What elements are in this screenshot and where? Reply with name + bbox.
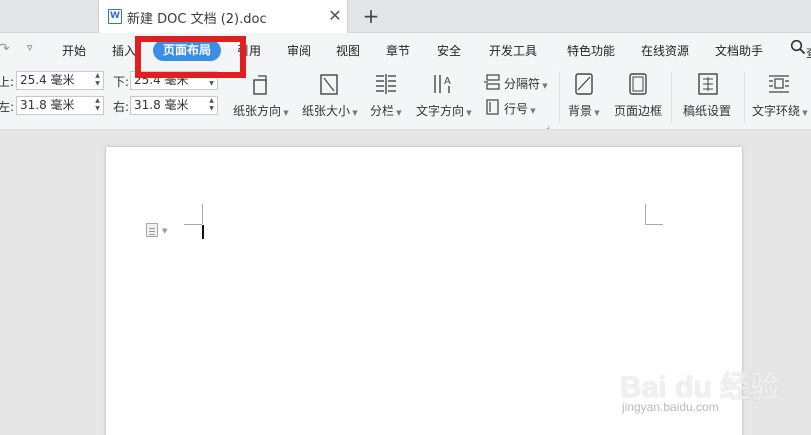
columns-label: 分栏	[370, 104, 395, 118]
ribbon-divider	[744, 71, 745, 123]
margin-right-input[interactable]: 31.8 毫米 ▲ ▼	[130, 96, 218, 115]
manuscript-settings-label: 稿纸设置	[683, 104, 732, 118]
paper-size-label: 纸张大小	[302, 104, 351, 118]
line-numbers-icon	[486, 99, 499, 115]
menu-item-review[interactable]: 审阅	[287, 42, 311, 59]
margin-top-input[interactable]: 25.4 毫米 ▲ ▼	[16, 71, 104, 90]
page-break-icon	[484, 74, 500, 90]
redo-icon[interactable]: ↷	[0, 41, 10, 57]
menu-item-security[interactable]: 安全	[437, 42, 461, 59]
chevron-down-icon: ▼	[394, 109, 402, 117]
menu-item-doc-assistant[interactable]: 文档助手	[715, 42, 763, 59]
margin-top-label: 上:	[0, 75, 15, 89]
title-tab-bar: W 新建 DOC 文档 (2).doc ✕ +	[0, 0, 811, 33]
background-icon	[575, 73, 593, 95]
margin-right-value: 31.8 毫米	[134, 98, 189, 112]
quick-access-dropdown-icon[interactable]: ▿	[27, 41, 33, 54]
text-direction-label: 文字方向	[416, 104, 465, 118]
margin-top-spinner-icon[interactable]: ▲ ▼	[94, 72, 101, 89]
menu-item-features[interactable]: 特色功能	[567, 42, 615, 59]
svg-text:A: A	[444, 76, 451, 87]
margin-corner-mark	[645, 204, 646, 224]
page-layout-ribbon: 上: 25.4 毫米 ▲ ▼ 下: 25.4 毫米 ▲ ▼ 左: 31.8 毫米 ▲…	[0, 67, 811, 130]
orientation-icon	[253, 75, 267, 95]
chevron-down-icon: ▼	[528, 107, 536, 115]
text-cursor	[202, 225, 204, 239]
annotation-highlight-box	[135, 36, 246, 78]
text-wrap-label: 文字环绕	[752, 104, 801, 118]
orientation-label: 纸张方向	[233, 104, 282, 118]
margin-right-spinner-icon[interactable]: ▲ ▼	[208, 97, 215, 114]
chevron-down-icon: ▼	[464, 109, 472, 117]
search-label-clipped: 查	[806, 44, 811, 58]
margin-left-value: 31.8 毫米	[20, 98, 75, 112]
search-icon[interactable]	[790, 39, 806, 59]
background-label: 背景	[568, 104, 593, 118]
breaks-label: 分隔符	[504, 77, 541, 91]
menu-bar: ↷ ▿ 开始 插入 页面布局 引用 审阅 视图 章节 安全 开发工具 特色功能 …	[0, 33, 811, 67]
manuscript-grid-icon	[698, 73, 718, 95]
margin-corner-mark	[202, 204, 203, 224]
margin-left-spinner-icon[interactable]: ▲ ▼	[94, 97, 101, 114]
text-wrap-icon	[769, 75, 789, 93]
chevron-down-icon: ▼	[800, 109, 808, 117]
chevron-down-icon: ▼	[592, 109, 600, 117]
word-doc-icon: W	[108, 9, 122, 24]
menu-item-online-resources[interactable]: 在线资源	[641, 42, 689, 59]
chevron-down-icon: ▼	[540, 82, 548, 90]
chevron-down-icon: ▼	[350, 109, 358, 117]
ribbon-divider	[671, 71, 672, 123]
margin-left-input[interactable]: 31.8 毫米 ▲ ▼	[16, 96, 104, 115]
line-numbers-label: 行号	[504, 102, 529, 116]
chevron-down-icon: ▼	[281, 109, 289, 117]
menu-item-insert[interactable]: 插入	[112, 42, 136, 59]
columns-icon	[376, 74, 396, 94]
margin-corner-mark	[645, 224, 663, 225]
menu-item-view[interactable]: 视图	[336, 42, 360, 59]
menu-item-section[interactable]: 章节	[386, 42, 410, 59]
margin-top-value: 25.4 毫米	[20, 73, 75, 87]
menu-item-developer[interactable]: 开发工具	[489, 42, 537, 59]
margin-corner-mark	[184, 224, 202, 225]
watermark-url: jingyan.baidu.com	[622, 400, 719, 414]
menu-item-home[interactable]: 开始	[62, 42, 86, 59]
margin-left-label: 左:	[0, 100, 15, 114]
paper-size-icon	[320, 74, 338, 95]
document-title: 新建 DOC 文档 (2).doc	[127, 12, 267, 27]
new-tab-button[interactable]: +	[360, 3, 382, 29]
page-border-label: 页面边框	[614, 104, 663, 118]
margin-bottom-label: 下:	[113, 75, 130, 89]
close-tab-icon[interactable]: ✕	[325, 5, 345, 27]
paragraph-layout-icon[interactable]	[146, 223, 158, 237]
ribbon-divider	[559, 71, 560, 123]
chevron-down-icon[interactable]: ▼	[162, 227, 167, 235]
text-direction-icon: A	[434, 75, 451, 93]
page-border-icon	[629, 73, 647, 95]
dialog-launcher-icon[interactable]: ⌟	[546, 121, 550, 130]
document-tab[interactable]: W 新建 DOC 文档 (2).doc ✕	[98, 0, 348, 33]
margin-right-label: 右:	[113, 100, 130, 114]
